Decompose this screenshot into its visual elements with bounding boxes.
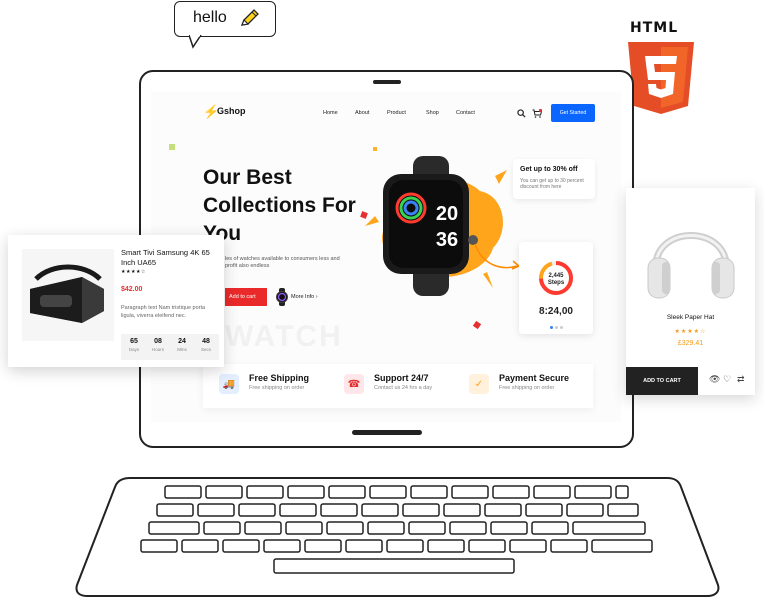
html5-badge: HTML: [622, 14, 702, 114]
confetti: [373, 147, 377, 151]
product-card-left[interactable]: Smart Tivi Samsung 4K 65 Inch UA65 ★★★★☆…: [8, 235, 224, 367]
pager-dot[interactable]: [555, 326, 558, 329]
product-right-price: £329.41: [677, 340, 704, 347]
feature-sub-payment: Free shipping on order: [499, 385, 555, 391]
more-info-link[interactable]: More Info ›: [291, 294, 318, 300]
laptop-keyboard: [75, 477, 720, 597]
headphones-image: [647, 232, 735, 299]
steps-time: 8:24,00: [539, 306, 573, 317]
product-left-description: Paragraph text Nam tristique porta ligul…: [121, 305, 206, 319]
product-left-rating: ★★★★☆: [121, 269, 146, 275]
feature-sub-support: Contact us 24 hrs a day: [374, 385, 433, 391]
nav-home[interactable]: Home: [323, 110, 338, 116]
hello-speech-bubble: hello: [174, 1, 276, 49]
nav-contact[interactable]: Contact: [456, 110, 475, 116]
vr-headset-image: [22, 249, 114, 341]
hero-title: Our Best Collections For You: [203, 166, 356, 245]
bubble-tail: [189, 35, 202, 49]
hero-add-to-cart-button[interactable]: Add to cart: [225, 288, 267, 306]
feature-title-support: Support 24/7: [374, 373, 429, 383]
shipping-truck-icon: 🚚: [219, 374, 239, 394]
support-phone-icon: ☎: [344, 374, 364, 394]
offer-title: Get up to 30% off: [520, 166, 578, 173]
pencil-icon: [240, 9, 259, 26]
bubble-text: hello: [193, 9, 227, 26]
arrow-connector: [474, 243, 521, 270]
nav-about[interactable]: About: [355, 110, 369, 116]
steps-count: 2,445 Steps: [547, 273, 565, 286]
feature-title-shipping: Free Shipping: [249, 373, 310, 383]
get-started-button[interactable]: Get Started: [551, 104, 595, 122]
watch-minute-text: 36: [436, 229, 458, 251]
laptop-camera: [373, 80, 401, 84]
pager-dot[interactable]: [560, 326, 563, 329]
product-right-title[interactable]: Sleek Paper Hat: [626, 314, 755, 321]
eye-icon[interactable]: 👁: [709, 374, 720, 385]
secure-payment-icon: ✓: [469, 374, 489, 394]
shuffle-compare-icon[interactable]: ⇄: [737, 374, 745, 385]
add-to-cart-button[interactable]: ADD TO CART: [626, 367, 698, 395]
countdown-secs: 48 Secs: [193, 334, 219, 360]
discount-offer-card: Get up to 30% off You can get up to 30 p…: [513, 159, 595, 199]
product-card-right[interactable]: Sleek Paper Hat ★★★★☆ £329.41 ADD TO CAR…: [626, 188, 755, 395]
countdown-days: 65 Days: [121, 334, 147, 360]
mini-watch-icon: [276, 288, 288, 306]
product-left-price: $42.00: [121, 286, 143, 293]
html5-shield-icon: [628, 42, 694, 114]
countdown-mins: 24 Mins: [169, 334, 195, 360]
heart-icon[interactable]: ♡: [723, 374, 731, 385]
confetti: [169, 144, 175, 150]
feature-sub-shipping: Free shipping on order: [249, 385, 305, 391]
nav-product[interactable]: Product: [387, 110, 406, 116]
confetti: [472, 320, 482, 330]
search-icon[interactable]: [517, 109, 526, 118]
offer-subtitle: You can get up to 30 percent discount fr…: [520, 178, 584, 190]
html-label: HTML: [630, 20, 679, 36]
pager-dot[interactable]: [550, 326, 553, 329]
feature-title-payment: Payment Secure: [499, 373, 570, 383]
product-left-title[interactable]: Smart Tivi Samsung 4K 65 Inch UA65: [121, 248, 216, 268]
laptop-hinge: [352, 430, 422, 435]
cart-icon[interactable]: [532, 109, 542, 118]
nav-shop[interactable]: Shop: [426, 110, 439, 116]
countdown-hours: 08 Hours: [145, 334, 171, 360]
logo-text[interactable]: Gshop: [217, 106, 246, 116]
watch-ghost-text: WATCH: [225, 320, 343, 353]
steps-card: 2,445 Steps 8:24,00: [519, 242, 593, 334]
watch-product-image: 20 36: [365, 156, 507, 296]
hero-description: les of watches available to consumers le…: [225, 256, 340, 269]
product-right-rating: ★★★★☆: [674, 329, 707, 335]
watch-hour-text: 20: [436, 203, 458, 225]
features-strip: 🚚 Free Shipping Free shipping on order ☎…: [203, 364, 593, 408]
